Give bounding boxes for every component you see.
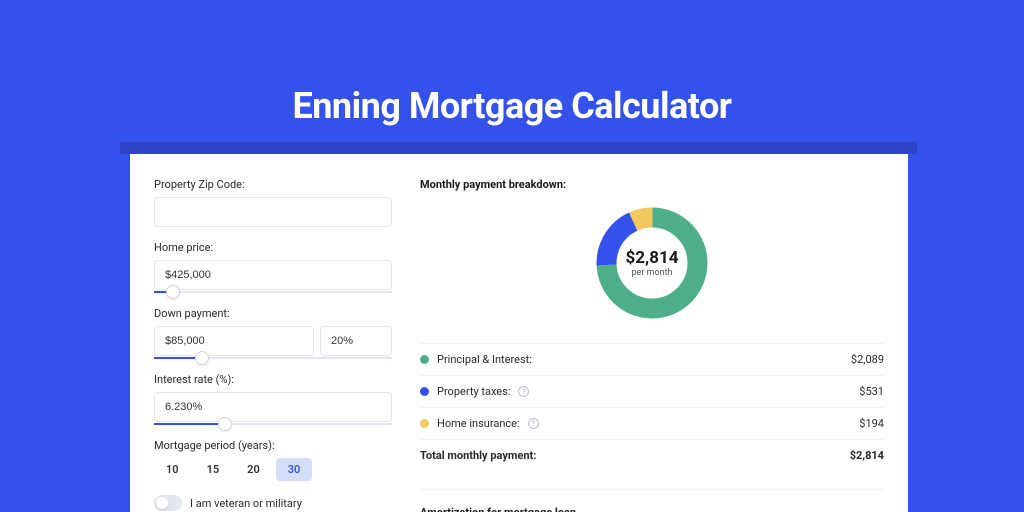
home-price-group: Home price: [154,241,392,293]
donut-center: $2,814 per month [626,248,679,278]
total-value: $2,814 [850,449,884,462]
page-title: Enning Mortgage Calculator [0,85,1024,127]
period-label: Mortgage period (years): [154,439,392,452]
period-30[interactable]: 30 [276,458,313,481]
dot-icon [420,387,429,396]
donut-amount: $2,814 [626,248,679,268]
legend-row-taxes: Property taxes: ? $531 [420,375,884,407]
veteran-row: I am veteran or military [154,495,392,511]
slider-thumb[interactable] [166,285,180,299]
dot-icon [420,419,429,428]
period-20[interactable]: 20 [235,458,272,481]
slider-fill [154,423,225,425]
legend-label: Principal & Interest: [437,353,532,366]
info-icon[interactable]: ? [518,386,529,397]
amortization-heading: Amortization for mortgage loan [420,506,884,512]
zip-group: Property Zip Code: [154,178,392,227]
veteran-toggle[interactable] [154,495,182,511]
breakdown-column: Monthly payment breakdown: $2,814 per mo… [420,178,884,512]
info-icon[interactable]: ? [528,418,539,429]
legend-value: $194 [859,417,884,430]
slider-thumb[interactable] [218,417,232,431]
legend-label: Home insurance: [437,417,520,430]
amortization-section: Amortization for mortgage loan Amortizat… [420,489,884,512]
interest-rate-label: Interest rate (%): [154,373,392,386]
slider-thumb[interactable] [195,351,209,365]
zip-input[interactable] [154,197,392,227]
zip-label: Property Zip Code: [154,178,392,191]
interest-rate-slider[interactable] [154,423,392,425]
period-10[interactable]: 10 [154,458,191,481]
period-group: Mortgage period (years): 10 15 20 30 [154,439,392,481]
form-column: Property Zip Code: Home price: Down paym… [154,178,392,512]
veteran-label: I am veteran or military [190,497,302,510]
home-price-slider[interactable] [154,291,392,293]
down-payment-label: Down payment: [154,307,392,320]
legend-value: $2,089 [851,353,884,366]
period-options: 10 15 20 30 [154,458,392,481]
legend-row-total: Total monthly payment: $2,814 [420,439,884,471]
legend-row-principal: Principal & Interest: $2,089 [420,343,884,375]
breakdown-title: Monthly payment breakdown: [420,178,884,191]
down-payment-pct-input[interactable] [320,326,392,356]
period-15[interactable]: 15 [195,458,232,481]
donut-chart-wrap: $2,814 per month [420,203,884,323]
interest-rate-input[interactable] [154,392,392,422]
down-payment-input[interactable] [154,326,314,356]
page-background: Enning Mortgage Calculator Property Zip … [0,0,1024,512]
home-price-input[interactable] [154,260,392,290]
donut-sub: per month [626,268,679,278]
down-payment-group: Down payment: [154,307,392,359]
panel-shadow [120,142,917,154]
down-payment-slider[interactable] [154,357,392,359]
total-label: Total monthly payment: [420,449,536,462]
legend-value: $531 [859,385,884,398]
dot-icon [420,355,429,364]
home-price-label: Home price: [154,241,392,254]
legend-row-insurance: Home insurance: ? $194 [420,407,884,439]
legend-label: Property taxes: [437,385,510,398]
calculator-panel: Property Zip Code: Home price: Down paym… [130,154,908,512]
interest-rate-group: Interest rate (%): [154,373,392,425]
